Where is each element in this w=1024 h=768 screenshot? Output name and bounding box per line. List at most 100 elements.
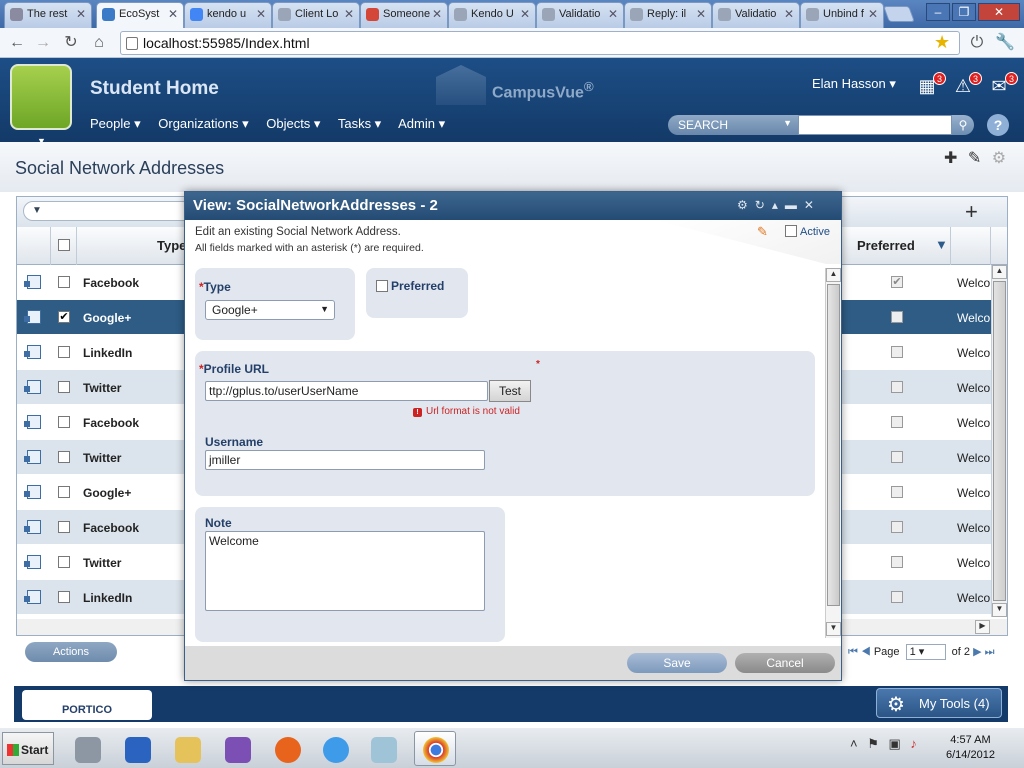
header-preferred[interactable]: Preferred ▼ [843, 227, 951, 265]
row-checkbox[interactable] [58, 486, 70, 498]
wrench-icon[interactable]: 🔧 [994, 32, 1016, 54]
menu-admin[interactable]: Admin ▾ [398, 116, 445, 131]
prev-page-icon[interactable]: ◀ [861, 646, 871, 658]
edit-row-icon[interactable] [24, 520, 41, 534]
scroll-thumb[interactable] [993, 281, 1006, 601]
tab-close-icon[interactable]: ✕ [520, 7, 530, 21]
type-select[interactable]: Google+ ▼ [205, 300, 335, 320]
close-icon[interactable]: ✕ [804, 198, 821, 212]
last-page-icon[interactable]: ⏭ [985, 646, 995, 658]
refresh-icon[interactable]: ↻ [755, 198, 772, 212]
address-bar[interactable]: localhost:55985/Index.html [120, 31, 960, 55]
row-checkbox[interactable] [58, 591, 70, 603]
browser-tab[interactable]: The rest ✕ [4, 2, 92, 28]
user-menu[interactable]: Elan Hasson ▾ [812, 76, 896, 92]
dialog-scrollbar[interactable]: ▲ ▼ [825, 268, 841, 638]
tab-close-icon[interactable]: ✕ [256, 7, 266, 21]
show-hidden-icons[interactable]: ˄ [850, 736, 858, 751]
browser-tab[interactable]: Unbind f ✕ [800, 2, 884, 28]
gear-icon[interactable]: ⚙ [992, 150, 1006, 167]
edit-row-icon[interactable] [24, 275, 41, 289]
reload-icon[interactable]: ↻ [60, 32, 82, 54]
search-input[interactable] [798, 115, 952, 135]
menu-organizations[interactable]: Organizations ▾ [158, 116, 248, 131]
scroll-down-icon[interactable]: ▼ [826, 622, 841, 636]
scroll-thumb[interactable] [827, 284, 840, 606]
portico-logo[interactable]: PORTICO [22, 690, 152, 720]
profile-url-input[interactable]: ttp://gplus.to/userUserName [205, 381, 488, 401]
browser-tab[interactable]: Validatio ✕ [712, 2, 800, 28]
preferred-checkbox[interactable] [376, 280, 388, 292]
mail-icon[interactable]: ✉ 3 [986, 72, 1018, 100]
app-logo[interactable]: ▼ [10, 64, 72, 146]
forward-arrow-icon[interactable]: → [32, 32, 54, 54]
taskbar-notepad[interactable] [362, 731, 404, 766]
minimize-button[interactable]: – [926, 3, 950, 21]
scroll-down-icon[interactable]: ▼ [992, 603, 1007, 617]
username-input[interactable]: jmiller [205, 450, 485, 470]
alert-icon[interactable]: ⚠ 3 [950, 72, 982, 100]
search-scope-select[interactable]: SEARCH ▼ [668, 115, 798, 135]
home-icon[interactable]: ⌂ [88, 32, 110, 54]
select-all-checkbox[interactable] [58, 239, 70, 251]
power-icon[interactable]: ⏻ [966, 32, 988, 54]
next-page-icon[interactable]: ▶ [973, 646, 981, 658]
tab-close-icon[interactable]: ✕ [168, 7, 178, 21]
add-record-icon[interactable]: + [965, 199, 978, 225]
edit-row-icon[interactable] [24, 485, 41, 499]
taskbar-powershell[interactable] [116, 731, 158, 766]
row-checkbox[interactable] [58, 521, 70, 533]
browser-tab[interactable]: Reply: il ✕ [624, 2, 712, 28]
dialog-titlebar[interactable]: View: SocialNetworkAddresses - 2 ⚙↻▴▬✕ [185, 192, 841, 220]
tab-close-icon[interactable]: ✕ [696, 7, 706, 21]
search-icon[interactable]: ⚲ [952, 115, 974, 135]
tab-close-icon[interactable]: ✕ [344, 7, 354, 21]
edit-row-icon[interactable] [24, 555, 41, 569]
add-icon[interactable]: ✚ [944, 150, 957, 167]
active-checkbox[interactable] [785, 225, 797, 237]
browser-tab-active[interactable]: EcoSyst ✕ [96, 2, 184, 28]
taskbar-explorer[interactable] [166, 731, 208, 766]
save-button[interactable]: Save [627, 653, 727, 673]
active-toggle[interactable]: Active [785, 225, 830, 238]
edit-row-icon[interactable] [24, 450, 41, 464]
taskbar-chrome[interactable] [414, 731, 456, 766]
taskbar-internet-explorer[interactable] [314, 731, 356, 766]
actions-button[interactable]: Actions [25, 642, 117, 662]
edit-row-icon[interactable] [24, 310, 41, 324]
row-checkbox[interactable] [58, 556, 70, 568]
row-checkbox[interactable] [58, 416, 70, 428]
note-textarea[interactable]: Welcome [205, 531, 485, 611]
row-checkbox[interactable] [58, 276, 70, 288]
gear-icon[interactable]: ⚙ [737, 198, 755, 212]
maximize-icon[interactable]: ▴ [772, 198, 785, 212]
scroll-right-icon[interactable]: ▶ [975, 620, 990, 634]
browser-tab[interactable]: Kendo U ✕ [448, 2, 536, 28]
grid-vertical-scrollbar[interactable]: ▲ ▼ [991, 265, 1007, 617]
edit-row-icon[interactable] [24, 380, 41, 394]
tab-close-icon[interactable]: ✕ [784, 7, 794, 21]
row-checkbox[interactable] [58, 451, 70, 463]
header-type[interactable]: Type [77, 227, 187, 265]
row-checkbox[interactable] [58, 381, 70, 393]
cancel-button[interactable]: Cancel [735, 653, 835, 673]
tab-close-icon[interactable]: ✕ [432, 7, 442, 21]
my-tools-button[interactable]: ⚙ My Tools (4) [876, 688, 1002, 718]
edit-pencil-icon[interactable]: ✎ [757, 224, 768, 240]
back-arrow-icon[interactable]: ← [6, 32, 28, 54]
volume-muted-icon[interactable]: ♪ [910, 736, 917, 751]
flag-icon[interactable]: ⚑ [867, 736, 879, 751]
browser-tab[interactable]: Someone ✕ [360, 2, 448, 28]
row-checkbox[interactable] [58, 346, 70, 358]
minimize-icon[interactable]: ▬ [785, 198, 804, 212]
scroll-up-icon[interactable]: ▲ [992, 265, 1007, 279]
filter-icon[interactable]: ▼ [935, 237, 948, 252]
help-button[interactable]: ? [987, 114, 1009, 136]
restore-button[interactable]: ❐ [952, 3, 976, 21]
edit-row-icon[interactable] [24, 345, 41, 359]
first-page-icon[interactable]: ⏮ [848, 646, 858, 658]
menu-people[interactable]: People ▾ [90, 116, 141, 131]
window-close-button[interactable]: ✕ [978, 3, 1020, 21]
browser-tab[interactable]: Validatio ✕ [536, 2, 624, 28]
row-checkbox[interactable]: ✔ [58, 311, 70, 323]
